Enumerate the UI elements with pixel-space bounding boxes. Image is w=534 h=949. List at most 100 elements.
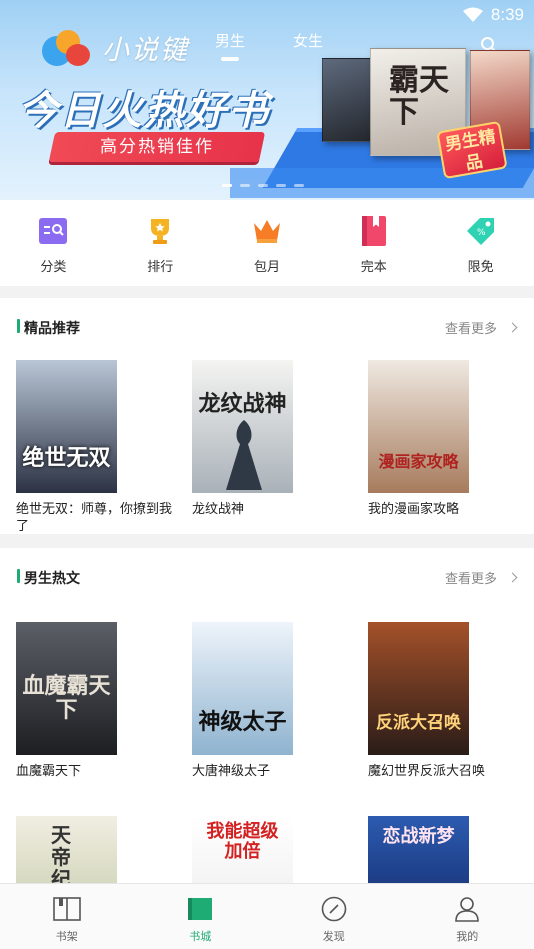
category-free[interactable]: % 限免 [427, 200, 534, 286]
section-header: 男生热文 查看更多 [0, 548, 534, 604]
book-row: 血魔霸天下 血魔霸天下 神级太子 大唐神级太子 反派大召唤 魔幻世界反派大召唤 [0, 604, 534, 794]
book-row: 天帝纪 我能超级加倍 恋战新梦 [0, 800, 534, 883]
banner-stage-shadow [230, 168, 534, 198]
book-cover-title: 龙纹战神 [198, 391, 287, 417]
book-card[interactable]: 龙纹战神 龙纹战神 [192, 360, 352, 518]
carousel-indicator [222, 184, 304, 187]
book-card[interactable]: 反派大召唤 魔幻世界反派大召唤 [368, 622, 528, 780]
gender-tabs: 男生 女生 [215, 30, 323, 61]
tab-male[interactable]: 男生 [215, 30, 245, 61]
nav-profile[interactable]: 我的 [401, 884, 534, 949]
carousel-dot[interactable] [240, 184, 250, 187]
banner-book-title: 霸天下 [389, 63, 449, 130]
bottom-navigation: 书架 书城 发现 我的 [0, 883, 534, 949]
svg-text:%: % [477, 228, 486, 238]
see-more-link[interactable]: 查看更多 [444, 568, 518, 587]
section-title: 男生热文 [24, 571, 80, 587]
category-label: 包月 [253, 260, 280, 275]
book-cover-title: 反派大召唤 [376, 713, 461, 733]
nav-bookstore[interactable]: 书城 [134, 884, 268, 949]
section-male-hot: 男生热文 查看更多 血魔霸天下 血魔霸天下 神级太子 大唐神级太子 反派大召唤 … [0, 548, 534, 800]
book-title: 魔幻世界反派大召唤 [368, 764, 486, 779]
logo-mark-icon [42, 29, 94, 66]
section-featured: 精品推荐 查看更多 绝世无双 绝世无双：师尊，你撩到我了 龙纹战神 龙纹战神 漫… [0, 298, 534, 534]
book-cover: 漫画家攻略 [368, 360, 469, 493]
book-card[interactable]: 漫画家攻略 我的漫画家攻略 [368, 360, 528, 518]
book-cover-title: 恋战新梦 [382, 826, 455, 847]
logo-text: 小说键 [102, 35, 189, 66]
section-next: 天帝纪 我能超级加倍 恋战新梦 [0, 800, 534, 883]
section-header: 精品推荐 查看更多 [0, 298, 534, 354]
book-cover: 恋战新梦 [368, 816, 469, 883]
compass-icon [320, 896, 348, 922]
book-cover: 我能超级加倍 [192, 816, 293, 883]
book-cover-title: 天帝纪 [51, 823, 71, 883]
carousel-dot[interactable] [222, 184, 232, 187]
section-accent-bar [17, 569, 20, 583]
see-more-label: 查看更多 [444, 322, 497, 337]
category-label: 完本 [360, 260, 387, 275]
tab-female[interactable]: 女生 [293, 30, 323, 51]
book-cover: 血魔霸天下 [16, 622, 117, 755]
book-title: 血魔霸天下 [16, 764, 82, 779]
nav-discover[interactable]: 发现 [267, 884, 401, 949]
carousel-dot[interactable] [276, 184, 286, 187]
book-cover: 龙纹战神 [192, 360, 293, 493]
section-title: 精品推荐 [24, 321, 80, 337]
book-cover-title: 血魔霸天下 [22, 673, 111, 723]
wifi-icon [462, 7, 483, 22]
book-card[interactable]: 神级太子 大唐神级太子 [192, 622, 352, 780]
category-bar: 分类 排行 包月 完本 % 限免 [0, 200, 534, 286]
book-cover: 神级太子 [192, 622, 293, 755]
book-cover: 反派大召唤 [368, 622, 469, 755]
category-ranking[interactable]: 排行 [107, 200, 214, 286]
nav-label: 我的 [456, 930, 479, 943]
book-title: 大唐神级太子 [192, 764, 271, 779]
book-title: 我的漫画家攻略 [368, 502, 460, 517]
see-more-link[interactable]: 查看更多 [444, 318, 518, 337]
chevron-right-icon [507, 572, 518, 583]
book-bookmark-icon [359, 216, 389, 246]
section-accent-bar [17, 319, 20, 333]
chevron-right-icon [507, 322, 518, 333]
status-bar: 8:39 [462, 4, 524, 26]
status-time: 8:39 [490, 5, 524, 24]
book-title: 绝世无双：师尊，你撩到我了 [16, 502, 173, 534]
carousel-dot[interactable] [258, 184, 268, 187]
nav-bookshelf[interactable]: 书架 [0, 884, 134, 949]
top-banner[interactable]: 8:39 小说键 男生 女生 今日火热好书 高分热销佳作 霸天下 男生精品 [0, 0, 534, 200]
category-label: 限免 [467, 260, 494, 275]
book-card[interactable]: 血魔霸天下 血魔霸天下 [16, 622, 176, 780]
category-completed[interactable]: 完本 [320, 200, 427, 286]
book-card[interactable]: 恋战新梦 [368, 816, 528, 883]
bookshelf-icon [52, 896, 81, 922]
nav-label: 书架 [55, 930, 78, 943]
category-classify[interactable]: 分类 [0, 200, 107, 286]
banner-subline: 高分热销佳作 [48, 132, 266, 162]
category-label: 分类 [40, 260, 67, 275]
book-cover: 绝世无双 [16, 360, 117, 493]
bookstore-icon [186, 896, 214, 922]
see-more-label: 查看更多 [444, 572, 497, 587]
book-cover-title: 神级太子 [198, 709, 287, 735]
book-card[interactable]: 我能超级加倍 [192, 816, 352, 883]
book-title: 龙纹战神 [192, 502, 245, 517]
category-label: 排行 [147, 260, 174, 275]
nav-label: 发现 [322, 930, 345, 943]
book-cover-title: 我能超级加倍 [206, 821, 279, 862]
book-card[interactable]: 绝世无双 绝世无双：师尊，你撩到我了 [16, 360, 176, 535]
book-cover-title: 漫画家攻略 [378, 452, 459, 471]
book-cover-title: 绝世无双 [22, 445, 111, 471]
discount-tag-icon: % [466, 216, 496, 246]
book-card[interactable]: 天帝纪 [16, 816, 176, 883]
category-monthly[interactable]: 包月 [214, 200, 321, 286]
book-row: 绝世无双 绝世无双：师尊，你撩到我了 龙纹战神 龙纹战神 漫画家攻略 我的漫画家… [0, 354, 534, 544]
trophy-icon [145, 216, 175, 246]
profile-icon [453, 896, 481, 922]
app-logo: 小说键 [42, 28, 189, 67]
category-icon [38, 216, 68, 246]
nav-label: 书城 [189, 930, 212, 943]
book-cover: 天帝纪 [16, 816, 117, 883]
carousel-dot[interactable] [294, 184, 304, 187]
crown-icon [252, 216, 282, 246]
